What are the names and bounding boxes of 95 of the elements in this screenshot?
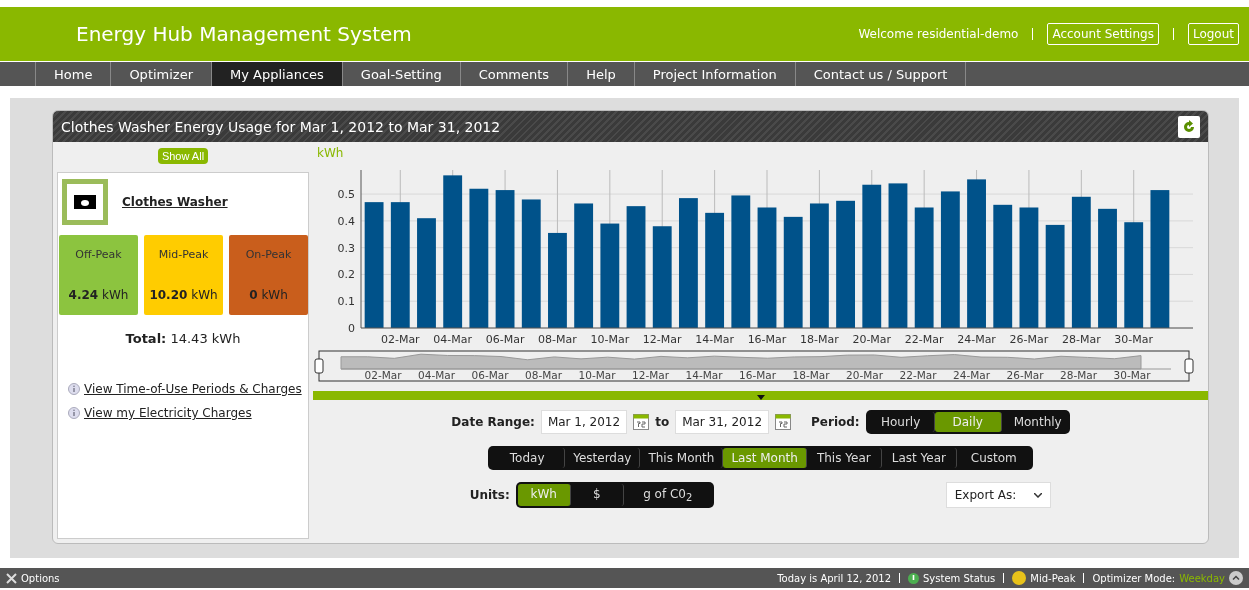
navigator-label: 16-Mar	[739, 369, 776, 381]
end-date-field[interactable]: Mar 31, 2012	[675, 410, 770, 434]
expand-icon[interactable]	[1229, 571, 1243, 585]
nav-tab[interactable]: Project Information	[633, 62, 795, 86]
tariff-label: On-Peak	[245, 248, 292, 262]
x-tick-label: 26-Mar	[1009, 333, 1049, 346]
x-tick-label: 08-Mar	[538, 333, 577, 346]
to-label: to	[655, 415, 670, 429]
navigator-label: 28-Mar	[1060, 369, 1097, 381]
preset-button[interactable]: Last Year	[881, 448, 957, 468]
y-tick-label: 0.2	[337, 268, 355, 282]
range-handle[interactable]	[314, 358, 324, 374]
x-tick-label: 06-Mar	[485, 333, 525, 346]
y-tick-label: 0.3	[337, 241, 355, 255]
nav-tab[interactable]: Home	[35, 62, 111, 86]
x-tick-label: 30-Mar	[1114, 333, 1154, 346]
nav-tab[interactable]: Contact us / Support	[794, 62, 967, 86]
navigator-label: 04-Mar	[418, 369, 455, 381]
info-link[interactable]: View my Electricity Charges	[84, 406, 252, 420]
navigator-label: 08-Mar	[525, 369, 562, 381]
nav-tab[interactable]: Comments	[459, 62, 568, 86]
range-handle[interactable]	[1184, 358, 1194, 374]
date-range-label: Date Range:	[451, 415, 535, 429]
system-status-link[interactable]: System Status	[923, 572, 996, 584]
tariff-label: Off-Peak	[75, 248, 122, 262]
calendar-icon[interactable]	[633, 414, 650, 430]
y-tick-label: 0.1	[337, 295, 355, 309]
x-tick-label: 14-Mar	[695, 333, 734, 346]
navigator-label: 26-Mar	[1006, 369, 1044, 381]
mode-label: Optimizer Mode:	[1092, 572, 1176, 584]
tariff-value: 0 kWh	[249, 287, 288, 302]
navigator-label: 22-Mar	[899, 369, 937, 381]
tariff-value: 10.20 kWh	[149, 287, 218, 302]
peak-text: Mid-Peak	[1030, 572, 1076, 584]
y-tick-label: 0.5	[337, 188, 355, 202]
nav-tab[interactable]: Help	[567, 62, 634, 86]
preset-button[interactable]: This Year	[806, 448, 882, 468]
tools-icon	[6, 572, 17, 584]
export-dropdown[interactable]: Export As:	[945, 482, 1052, 509]
unit-button[interactable]: $	[570, 484, 624, 507]
preset-button[interactable]: Today	[490, 448, 566, 468]
options-button[interactable]: Options	[21, 572, 60, 584]
y-axis-label: kWh	[317, 146, 345, 160]
x-tick-label: 20-Mar	[852, 333, 892, 346]
date-text: Today is April 12, 2012	[777, 572, 891, 584]
appliance-link[interactable]: Clothes Washer	[122, 195, 228, 209]
info-icon	[68, 383, 80, 395]
x-tick-label: 22-Mar	[904, 333, 944, 346]
panel-title: Clothes Washer Energy Usage for Mar 1, 2012 to Mar 31, 2012	[61, 118, 501, 135]
calendar-icon[interactable]	[775, 414, 792, 430]
x-tick-label: 24-Mar	[957, 333, 996, 346]
preset-button[interactable]: Custom	[956, 448, 1031, 468]
navigator-label: 30-Mar	[1113, 369, 1151, 381]
navigator-label: 02-Mar	[364, 369, 402, 381]
period-label: Period:	[811, 415, 860, 429]
preset-button[interactable]: Yesterday	[565, 448, 641, 468]
range-navigator[interactable]: 02-Mar 04-Mar 06-Mar 08-Mar 10-Mar 12-Mar 14-Mar 16-Mar 18-Mar 20-Mar 22-Mar 24-Mar 26-Mar 28-Mar 30-Mar	[318, 350, 1190, 382]
x-tick-label: 10-Mar	[590, 333, 630, 346]
x-tick-label: 16-Mar	[747, 333, 787, 346]
units-label: Units:	[469, 488, 510, 503]
info-icon	[68, 407, 80, 419]
navigator-label: 10-Mar	[578, 369, 616, 381]
navigator-label: 12-Mar	[632, 369, 669, 381]
info-link[interactable]: View Time-of-Use Periods & Charges	[84, 382, 302, 396]
refresh-button[interactable]	[1178, 115, 1200, 138]
app-title: Energy Hub Management System	[76, 22, 413, 46]
navigator-label: 24-Mar	[953, 369, 990, 381]
navigator-label: 06-Mar	[471, 369, 509, 381]
x-tick-label: 04-Mar	[433, 333, 473, 346]
tariff-value: 4.24 kWh	[68, 287, 129, 302]
refresh-icon	[1182, 119, 1196, 134]
chevron-icon	[1034, 492, 1043, 498]
navigator-label: 18-Mar	[792, 369, 830, 381]
status-icon	[908, 572, 919, 584]
x-tick-label: 18-Mar	[800, 333, 839, 346]
peak-dot	[1012, 571, 1027, 585]
x-tick-label: 02-Mar	[380, 333, 420, 346]
x-tick-label: 28-Mar	[1061, 333, 1101, 346]
period-button[interactable]: Monthly	[1001, 412, 1068, 432]
y-tick-label: 0.4	[337, 214, 355, 228]
y-tick-label: 0	[348, 322, 355, 335]
mode-value: Weekday	[1179, 572, 1225, 584]
nav-tab[interactable]: My Appliances	[211, 62, 342, 86]
welcome-text: Welcome residential-demo	[858, 27, 1019, 41]
start-date-field[interactable]: Mar 1, 2012	[540, 410, 628, 434]
navigator-label: 20-Mar	[846, 369, 883, 381]
x-tick-label: 12-Mar	[642, 333, 682, 346]
total-text: Total: 14.43 kWh	[124, 331, 242, 346]
unit-button[interactable]: g of C0$_{2}$	[623, 484, 712, 507]
period-button[interactable]: Hourly	[867, 412, 935, 432]
caret-icon	[756, 395, 765, 400]
washer-icon	[74, 194, 96, 210]
navigator-label: 14-Mar	[685, 369, 723, 381]
tariff-label: Mid-Peak	[158, 248, 209, 262]
nav-tab[interactable]: Goal-Setting	[341, 62, 460, 86]
